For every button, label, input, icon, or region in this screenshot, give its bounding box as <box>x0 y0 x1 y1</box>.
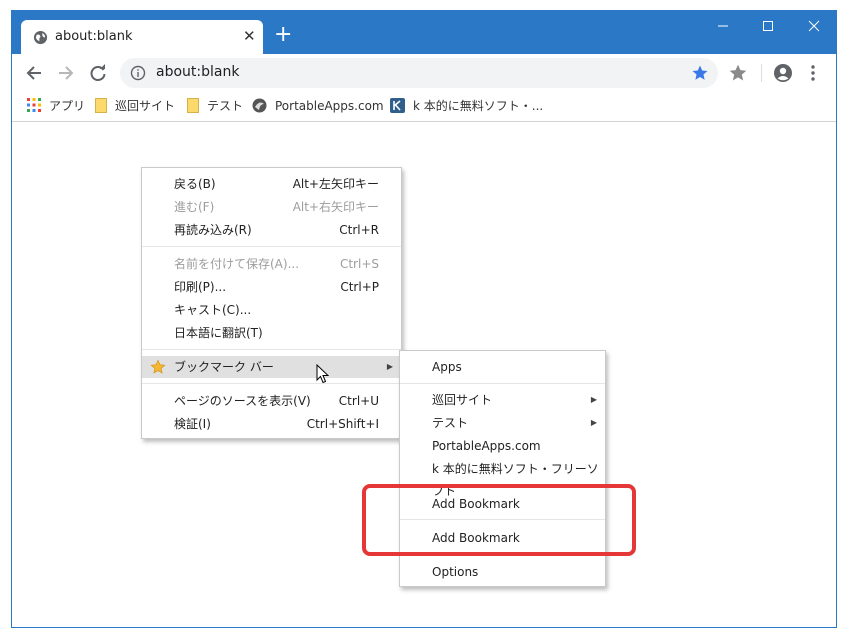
url-text: about:blank <box>156 64 240 80</box>
menu-item-save-as[interactable]: 名前を付けて保存(A)... Ctrl+S <box>142 253 401 275</box>
submenu-arrow-icon: ▶ <box>590 395 597 404</box>
menu-item-label: 日本語に翻訳(T) <box>174 326 263 340</box>
close-icon <box>808 20 820 32</box>
bookmark-label: k 本的に無料ソフト・... <box>413 99 544 113</box>
profile-icon[interactable] <box>773 63 793 83</box>
submenu-item-test[interactable]: テスト ▶ <box>400 412 605 434</box>
minimize-icon <box>718 25 728 27</box>
bookmark-label: テスト <box>207 99 244 113</box>
title-bar: about:blank ✕ + <box>12 11 836 54</box>
bookmark-portableapps[interactable]: PortableApps.com <box>252 98 384 116</box>
menu-item-label: 再読み込み(R) <box>174 223 252 237</box>
menu-item-label: 検証(I) <box>174 417 211 431</box>
menu-item-accel: Ctrl+S <box>339 257 379 271</box>
close-button[interactable] <box>791 11 836 41</box>
maximize-icon <box>763 21 773 31</box>
toolbar: about:blank <box>12 54 836 92</box>
bookmarks-bar: アプリ 巡回サイト テスト PortableApps.com k 本的に無料ソフ… <box>12 92 836 122</box>
kebab-menu-icon[interactable] <box>809 63 817 83</box>
tab-about-blank[interactable]: about:blank ✕ <box>21 20 263 54</box>
menu-item-forward[interactable]: 進む(F) Alt+右矢印キー <box>142 196 401 218</box>
mouse-cursor-icon <box>316 364 330 384</box>
menu-item-accel: Ctrl+Shift+I <box>306 417 379 431</box>
bookmark-apps[interactable]: アプリ <box>27 98 85 116</box>
extension-star-icon[interactable] <box>728 63 748 83</box>
maximize-button[interactable] <box>745 11 791 41</box>
submenu-item-label: Options <box>432 565 479 579</box>
address-bar[interactable]: about:blank <box>120 58 718 88</box>
tab-title: about:blank <box>55 29 133 44</box>
menu-item-bookmark-bar[interactable]: ブックマーク バー ▶ <box>142 356 401 378</box>
menu-item-label: ブックマーク バー <box>174 360 274 374</box>
new-tab-button[interactable]: + <box>274 24 292 46</box>
toolbar-divider <box>761 64 762 82</box>
menu-item-accel: Ctrl+U <box>338 394 379 408</box>
submenu-item-k-site[interactable]: k 本的に無料ソフト・フリーソフト <box>400 458 605 498</box>
bookmark-label: 巡回サイト <box>115 99 176 113</box>
bookmark-label: PortableApps.com <box>275 99 384 113</box>
menu-item-label: キャスト(C)... <box>174 303 252 317</box>
folder-icon <box>95 98 107 113</box>
apps-grid-icon <box>27 98 41 112</box>
menu-item-label: 名前を付けて保存(A)... <box>174 257 300 271</box>
menu-item-accel: Alt+右矢印キー <box>292 200 379 214</box>
menu-item-translate[interactable]: 日本語に翻訳(T) <box>142 322 401 344</box>
menu-item-print[interactable]: 印刷(P)... Ctrl+P <box>142 276 401 298</box>
menu-item-accel: Ctrl+R <box>339 223 379 237</box>
menu-item-label: 戻る(B) <box>174 177 216 191</box>
portableapps-icon <box>252 98 267 113</box>
star-icon <box>150 359 166 374</box>
forward-arrow-icon[interactable] <box>55 62 77 84</box>
bookmark-folder-test[interactable]: テスト <box>187 98 243 116</box>
k-site-icon <box>390 98 405 113</box>
menu-separator <box>142 349 401 350</box>
reload-icon[interactable] <box>87 62 109 84</box>
submenu-item-apps[interactable]: Apps <box>400 356 605 378</box>
folder-icon <box>187 98 199 113</box>
menu-item-label: 印刷(P)... <box>174 280 227 294</box>
submenu-item-portableapps[interactable]: PortableApps.com <box>400 435 605 457</box>
back-arrow-icon[interactable] <box>23 62 45 84</box>
globe-icon <box>33 30 48 45</box>
menu-item-view-source[interactable]: ページのソースを表示(V) Ctrl+U <box>142 390 401 412</box>
menu-item-back[interactable]: 戻る(B) Alt+左矢印キー <box>142 173 401 195</box>
menu-separator <box>400 383 605 384</box>
annotation-highlight-box <box>362 484 636 556</box>
menu-item-accel: Alt+左矢印キー <box>292 177 379 191</box>
tab-close-icon[interactable]: ✕ <box>243 28 256 44</box>
info-icon[interactable] <box>130 65 146 81</box>
submenu-item-label: Apps <box>432 360 462 374</box>
bookmark-label: アプリ <box>49 99 86 113</box>
submenu-arrow-icon: ▶ <box>590 418 597 427</box>
submenu-arrow-icon: ▶ <box>386 362 393 371</box>
submenu-item-label: 巡回サイト <box>432 393 493 407</box>
submenu-item-label: テスト <box>432 416 469 430</box>
minimize-button[interactable] <box>700 11 746 41</box>
menu-separator <box>142 246 401 247</box>
context-menu: 戻る(B) Alt+左矢印キー 進む(F) Alt+右矢印キー 再読み込み(R)… <box>141 167 402 439</box>
bookmark-k-site[interactable]: k 本的に無料ソフト・... <box>390 98 543 116</box>
menu-item-label: ページのソースを表示(V) <box>174 394 311 408</box>
bookmark-folder-junkai[interactable]: 巡回サイト <box>95 98 175 116</box>
menu-item-label: 進む(F) <box>174 200 215 214</box>
menu-item-inspect[interactable]: 検証(I) Ctrl+Shift+I <box>142 413 401 435</box>
menu-item-cast[interactable]: キャスト(C)... <box>142 299 401 321</box>
submenu-item-junkai[interactable]: 巡回サイト ▶ <box>400 389 605 411</box>
submenu-item-options[interactable]: Options <box>400 561 605 583</box>
menu-item-reload[interactable]: 再読み込み(R) Ctrl+R <box>142 219 401 241</box>
menu-separator <box>142 383 401 384</box>
submenu-item-label: PortableApps.com <box>432 439 541 453</box>
bookmark-star-icon[interactable] <box>691 64 709 82</box>
menu-item-accel: Ctrl+P <box>340 280 379 294</box>
